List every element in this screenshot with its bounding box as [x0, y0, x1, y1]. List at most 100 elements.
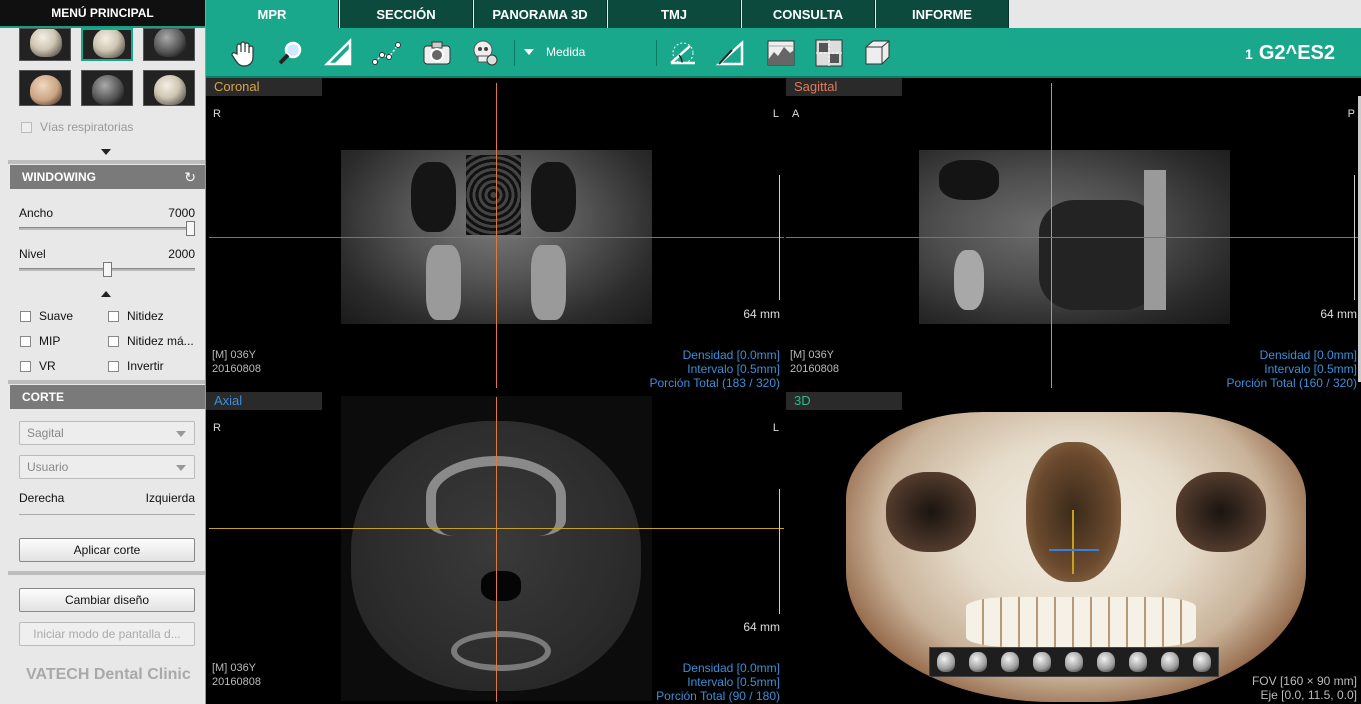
- patient-info: [M] 036Y 20160808: [212, 661, 261, 689]
- level-value: 2000: [168, 247, 195, 261]
- preset-soft-tissue[interactable]: [81, 70, 133, 106]
- slice-count: Porción Total (90 / 180): [656, 689, 780, 703]
- filter-nitidez-mas[interactable]: Nitidez má...: [108, 334, 194, 348]
- left-label: Izquierda: [145, 491, 195, 505]
- tab-informe[interactable]: INFORME: [876, 0, 1009, 28]
- view-top-icon[interactable]: [1090, 648, 1122, 676]
- viewport-sagittal[interactable]: Sagittal A P 64 mm [M] 036Y 20160808 Den…: [786, 78, 1361, 390]
- preset-bone-side[interactable]: [143, 28, 195, 61]
- crosshair-vertical[interactable]: [1072, 510, 1074, 574]
- viewport-axial[interactable]: Axial R L 64 mm [M] 036Y 20160808 Densid…: [206, 392, 784, 704]
- rotate-icon[interactable]: [1186, 648, 1218, 676]
- crosshair-vertical[interactable]: [1051, 83, 1052, 388]
- camera-icon[interactable]: [420, 36, 454, 70]
- hand-icon[interactable]: [226, 36, 260, 70]
- sidebar: MENÚ PRINCIPAL Vías respiratorias WINDOW…: [0, 0, 206, 704]
- preset-skin[interactable]: [19, 70, 71, 106]
- filter-suave[interactable]: Suave: [20, 309, 73, 323]
- level-slider-label: Nivel 2000: [19, 247, 195, 261]
- expand-arrow-icon[interactable]: [101, 291, 111, 297]
- ruler-icon[interactable]: [322, 36, 356, 70]
- tab-consulta[interactable]: CONSULTA: [742, 0, 875, 28]
- density-info: Densidad [0.0mm]: [682, 348, 780, 362]
- filter-invertir[interactable]: Invertir: [108, 359, 164, 373]
- filter-nitidez[interactable]: Nitidez: [108, 309, 164, 323]
- grid-icon[interactable]: [812, 36, 846, 70]
- airway-checkbox[interactable]: Vías respiratorias: [21, 120, 133, 134]
- angle-icon[interactable]: [666, 36, 700, 70]
- collapse-arrow-icon[interactable]: [101, 149, 111, 155]
- study-date: 20160808: [790, 363, 839, 375]
- apply-cut-button[interactable]: Aplicar corte: [19, 538, 195, 562]
- windowing-header: WINDOWING ↻: [10, 165, 205, 189]
- chevron-down-icon: [176, 431, 186, 437]
- viewport-coronal[interactable]: Coronal R L 64 mm [M] 036Y 20160808 Dens…: [206, 78, 784, 390]
- checkbox-icon: [20, 335, 31, 347]
- volume-info: FOV [160 × 90 mm] Eje [0.0, 11.5, 0.0]: [1252, 674, 1357, 702]
- orientation-right: L: [772, 108, 779, 120]
- width-slider[interactable]: [19, 221, 195, 236]
- crosshair-vertical[interactable]: [496, 397, 497, 702]
- fov-info: FOV [160 × 90 mm]: [1251, 674, 1357, 688]
- refresh-icon[interactable]: ↻: [184, 169, 196, 186]
- crosshair-horizontal[interactable]: [209, 237, 784, 238]
- interval-info: Intervalo [0.5mm]: [687, 362, 780, 376]
- mode-select[interactable]: Usuario: [19, 455, 195, 479]
- viewport-3d[interactable]: 3D FOV [160 × 90 mm] Eje [0.0, 11.5, 0.0…: [786, 392, 1361, 704]
- cube-icon[interactable]: [860, 36, 894, 70]
- crosshair-horizontal[interactable]: [786, 237, 1361, 238]
- patient-age: [M] 036Y: [212, 349, 257, 361]
- airway-label: Vías respiratorias: [40, 120, 134, 134]
- filter-label: MIP: [39, 334, 61, 348]
- crosshair-horizontal[interactable]: [209, 528, 784, 529]
- crosshair-vertical[interactable]: [496, 83, 497, 388]
- view-front-icon[interactable]: [930, 648, 962, 676]
- plane-select-value: Sagital: [27, 426, 64, 440]
- plane-select[interactable]: Sagital: [19, 421, 195, 445]
- patient-name: G2^ES2: [1258, 42, 1335, 64]
- toolbar-separator: [514, 40, 515, 66]
- direction-labels: Derecha Izquierda: [19, 491, 195, 505]
- magnifier-icon[interactable]: [274, 36, 308, 70]
- slice-info: Densidad [0.0mm] Intervalo [0.5mm] Porci…: [1226, 348, 1357, 390]
- triangle-icon[interactable]: [714, 36, 748, 70]
- preset-bone-oblique[interactable]: [81, 28, 133, 61]
- orientation-left: A: [792, 108, 800, 120]
- tab-tmj[interactable]: TMJ: [608, 0, 741, 28]
- width-slider-label: Ancho 7000: [19, 206, 195, 220]
- view-bottom-icon[interactable]: [1122, 648, 1154, 676]
- toolbar-separator: [656, 40, 657, 66]
- filter-mip[interactable]: MIP: [20, 334, 60, 348]
- viewport-title: Axial: [206, 392, 322, 410]
- slice-info: Densidad [0.0mm] Intervalo [0.5mm] Porci…: [656, 661, 780, 703]
- tab-mpr[interactable]: MPR: [206, 0, 339, 28]
- crosshair-horizontal[interactable]: [1049, 549, 1099, 551]
- change-layout-button[interactable]: Cambiar diseño: [19, 588, 195, 612]
- preset-bone-front[interactable]: [19, 28, 71, 61]
- brand-label: VATECH Dental Clinic: [26, 666, 191, 683]
- histogram-icon[interactable]: [764, 36, 798, 70]
- chevron-down-icon: [176, 465, 186, 471]
- viewport-title: Coronal: [206, 78, 322, 96]
- width-slider-thumb[interactable]: [186, 221, 195, 236]
- skull-icon[interactable]: [468, 36, 502, 70]
- patient-age: [M] 036Y: [790, 349, 835, 361]
- scale-label: 64 mm: [1320, 307, 1357, 321]
- tab-seccion[interactable]: SECCIÓN: [340, 0, 473, 28]
- measure-dropdown[interactable]: Medida: [524, 45, 585, 59]
- level-slider-thumb[interactable]: [102, 262, 112, 277]
- divider: [8, 571, 205, 575]
- level-slider[interactable]: [19, 262, 195, 277]
- filter-vr[interactable]: VR: [20, 359, 56, 373]
- view-oblique-icon[interactable]: [1058, 648, 1090, 676]
- tab-panorama-3d[interactable]: PANORAMA 3D: [474, 0, 607, 28]
- preset-settings-icon[interactable]: [143, 70, 195, 106]
- polyline-icon[interactable]: [370, 36, 404, 70]
- view-skin-icon[interactable]: [1154, 648, 1186, 676]
- view-back-icon[interactable]: [1026, 648, 1058, 676]
- scale-ruler: [777, 489, 780, 614]
- fullscreen-button[interactable]: Iniciar modo de pantalla d...: [19, 622, 195, 646]
- view-right-icon[interactable]: [994, 648, 1026, 676]
- width-label: Ancho: [19, 206, 54, 220]
- view-left-icon[interactable]: [962, 648, 994, 676]
